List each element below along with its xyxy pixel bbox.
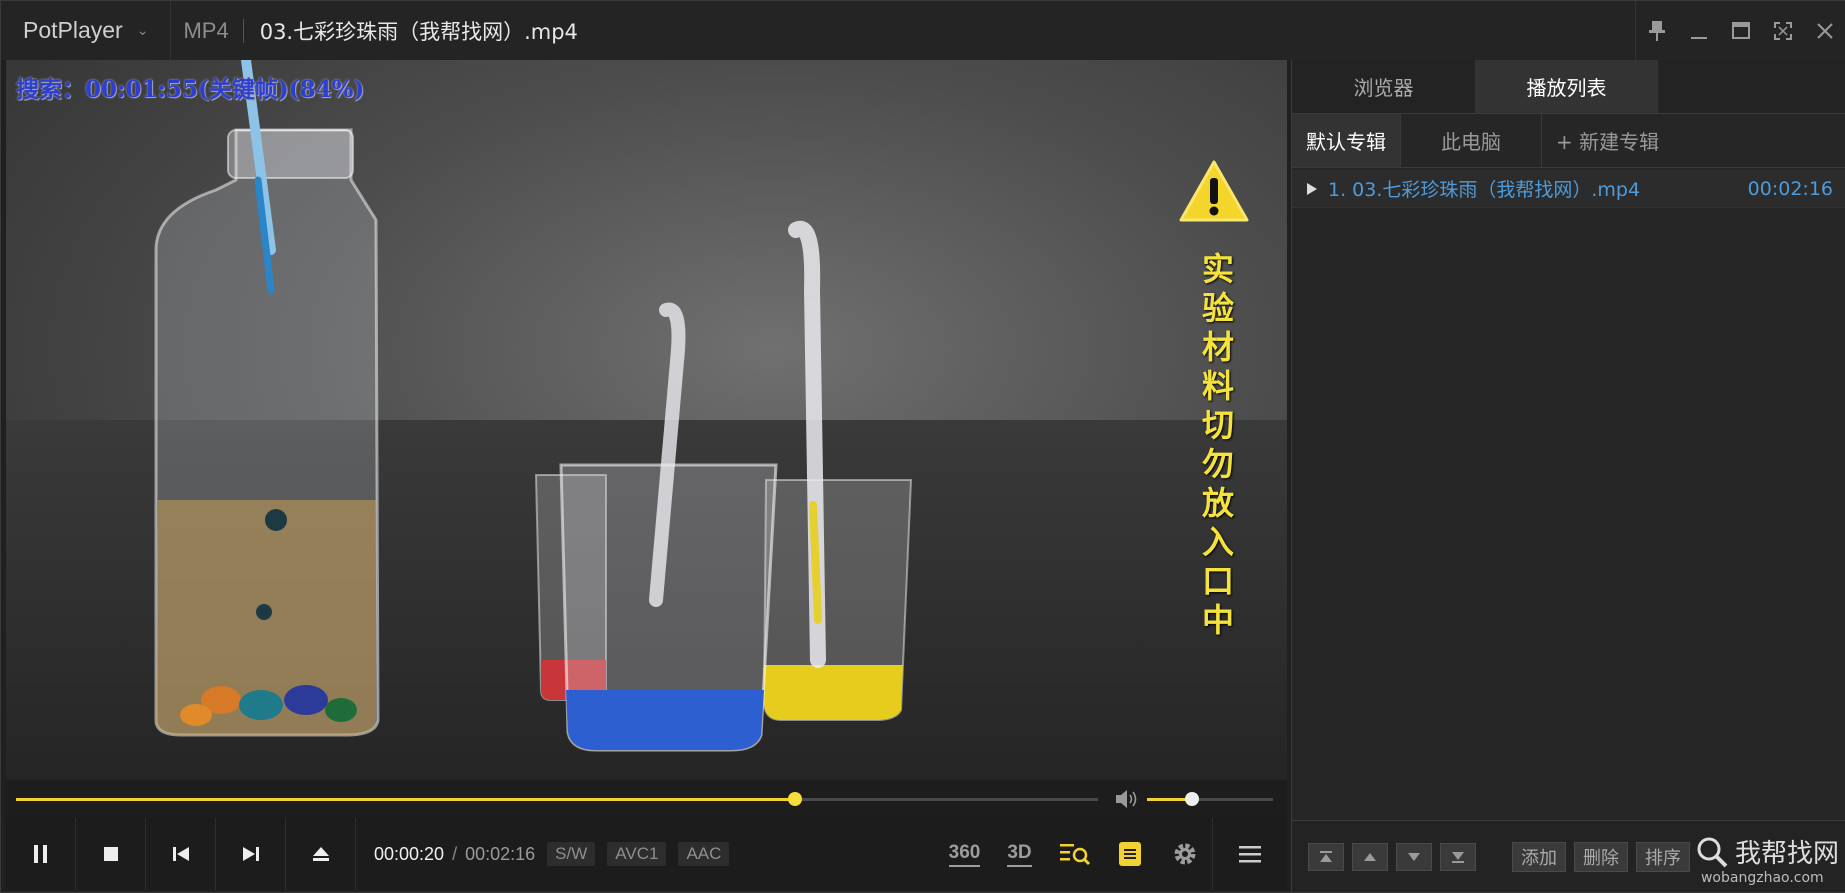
time-display: 00:00:20 / 00:02:16 S/W AVC1 AAC [356, 842, 730, 866]
next-button[interactable] [216, 818, 286, 890]
move-up-button[interactable] [1352, 842, 1388, 871]
seek-handle[interactable] [788, 792, 803, 806]
audio-codec-tag[interactable]: AAC [678, 842, 730, 866]
warning-char: 验 [1201, 289, 1234, 327]
move-top-icon [1320, 850, 1332, 862]
tab-browser[interactable]: 浏览器 [1292, 60, 1475, 113]
right-controls: 360 3D [937, 818, 1287, 890]
3d-icon: 3D [1007, 842, 1032, 867]
hamburger-icon [1239, 846, 1261, 863]
volume-handle[interactable] [1185, 792, 1200, 806]
sort-button[interactable]: 排序 [1636, 841, 1690, 872]
move-bottom-icon [1452, 851, 1464, 863]
search-list-icon [1059, 844, 1090, 866]
delete-button[interactable]: 删除 [1574, 841, 1628, 872]
stop-button[interactable] [76, 818, 146, 890]
3d-button[interactable]: 3D [992, 818, 1047, 890]
search-subtitle-button[interactable] [1047, 818, 1102, 890]
playlist-toggle-button[interactable] [1102, 818, 1157, 890]
warning-char: 口 [1201, 562, 1234, 600]
playlist: 1. 03.七彩珍珠雨（我帮找网）.mp4 00:02:16 [1292, 168, 1845, 208]
warning-char: 勿 [1201, 445, 1234, 483]
warning-char: 放 [1201, 484, 1234, 522]
playlist-item-duration: 00:02:16 [1747, 177, 1833, 200]
playlist-item[interactable]: 1. 03.七彩珍珠雨（我帮找网）.mp4 00:02:16 [1292, 170, 1845, 208]
tab-this-pc[interactable]: 此电脑 [1401, 114, 1542, 167]
open-file-button[interactable] [286, 818, 356, 890]
window-title: 03.七彩珍珠雨（我帮找网）.mp4 [259, 19, 578, 44]
video-frame[interactable]: 搜索：00:01:55(关键帧)(84%) 实验材料切勿放入口中 [6, 60, 1287, 780]
tab-default-album[interactable]: 默认专辑 [1292, 114, 1401, 167]
stop-icon [103, 847, 118, 861]
warning-char: 切 [1201, 406, 1234, 444]
playlist-item-title: 1. 03.七彩珍珠雨（我帮找网）.mp4 [1328, 179, 1641, 201]
skip-previous-icon [172, 847, 189, 861]
arrow-down-icon [1408, 852, 1420, 861]
play-indicator-icon [1307, 182, 1317, 195]
volume-icon[interactable] [1114, 788, 1138, 810]
album-tabs: 默认专辑 此电脑 + 新建专辑 [1292, 114, 1845, 168]
watermark-url: wobangzhao.com [1700, 870, 1824, 886]
seek-progress-fill [16, 798, 796, 801]
pin-icon [1649, 20, 1665, 41]
warning-char: 实 [1201, 250, 1234, 288]
close-icon [1817, 22, 1833, 39]
vr-360-icon: 360 [948, 842, 981, 867]
move-bottom-button[interactable] [1440, 842, 1476, 871]
warning-overlay-text: 实验材料切勿放入口中 [1196, 250, 1240, 640]
close-button[interactable] [1804, 1, 1845, 60]
warning-char: 料 [1201, 367, 1234, 405]
video-scene [154, 60, 913, 752]
title-bar: PotPlayer ⌄ MP4 03.七彩珍珠雨（我帮找网）.mp4 [1, 1, 1845, 60]
chevron-down-icon: ⌄ [136, 22, 149, 38]
tab-playlist[interactable]: 播放列表 [1475, 60, 1658, 113]
seek-slider[interactable] [16, 792, 1098, 806]
minimize-button[interactable] [1678, 1, 1720, 60]
renderer-tag[interactable]: S/W [547, 842, 596, 866]
pin-button[interactable] [1636, 1, 1678, 60]
arrow-up-icon [1364, 852, 1376, 861]
warning-icon [1179, 160, 1249, 222]
skip-next-icon [242, 847, 259, 861]
previous-button[interactable] [146, 818, 216, 890]
app-menu-button[interactable]: PotPlayer ⌄ [1, 1, 172, 60]
current-time: 00:00:20 [374, 843, 445, 864]
maximize-icon [1732, 21, 1750, 39]
move-top-button[interactable] [1308, 842, 1344, 871]
watermark-text: 我帮找网 [1734, 839, 1839, 869]
menu-button[interactable] [1212, 818, 1287, 890]
control-bar: 00:00:20 / 00:02:16 S/W AVC1 AAC 360 3D [6, 818, 1287, 890]
time-separator: / [452, 843, 458, 864]
new-album-button[interactable]: + 新建专辑 [1542, 114, 1673, 167]
format-label: MP4 [171, 18, 244, 43]
pause-icon [33, 845, 47, 863]
volume-slider[interactable] [1147, 792, 1273, 806]
seek-osd-text: 搜索：00:01:55(关键帧)(84%) [16, 76, 365, 103]
move-down-button[interactable] [1396, 842, 1432, 871]
playlist-panel: 浏览器 播放列表 默认专辑 此电脑 + 新建专辑 1. 03.七彩珍珠雨（我帮找… [1291, 60, 1845, 892]
video-codec-tag[interactable]: AVC1 [607, 842, 667, 866]
gear-icon [1174, 843, 1195, 865]
total-duration: 00:02:16 [465, 843, 536, 864]
warning-char: 材 [1201, 328, 1234, 366]
minimize-icon [1691, 36, 1707, 39]
maximize-button[interactable] [1720, 1, 1762, 60]
settings-button[interactable] [1157, 818, 1212, 890]
fullscreen-button[interactable] [1762, 1, 1804, 60]
warning-char: 入 [1201, 523, 1234, 561]
window-buttons [1635, 1, 1845, 60]
panel-tabs: 浏览器 播放列表 [1292, 60, 1845, 114]
watermark: 我帮找网 wobangzhao.com [1695, 833, 1839, 886]
warning-char: 中 [1201, 601, 1234, 639]
playlist-icon [1118, 842, 1141, 866]
magnifier-icon [1697, 837, 1728, 867]
app-name: PotPlayer [23, 17, 123, 43]
add-button[interactable]: 添加 [1512, 841, 1566, 872]
fullscreen-icon [1774, 21, 1792, 40]
potplayer-window: PotPlayer ⌄ MP4 03.七彩珍珠雨（我帮找网）.mp4 搜索：00… [0, 0, 1845, 893]
seek-bar-row [6, 780, 1287, 818]
eject-icon [312, 847, 329, 861]
vr-360-button[interactable]: 360 [937, 818, 992, 890]
pause-button[interactable] [6, 818, 76, 890]
